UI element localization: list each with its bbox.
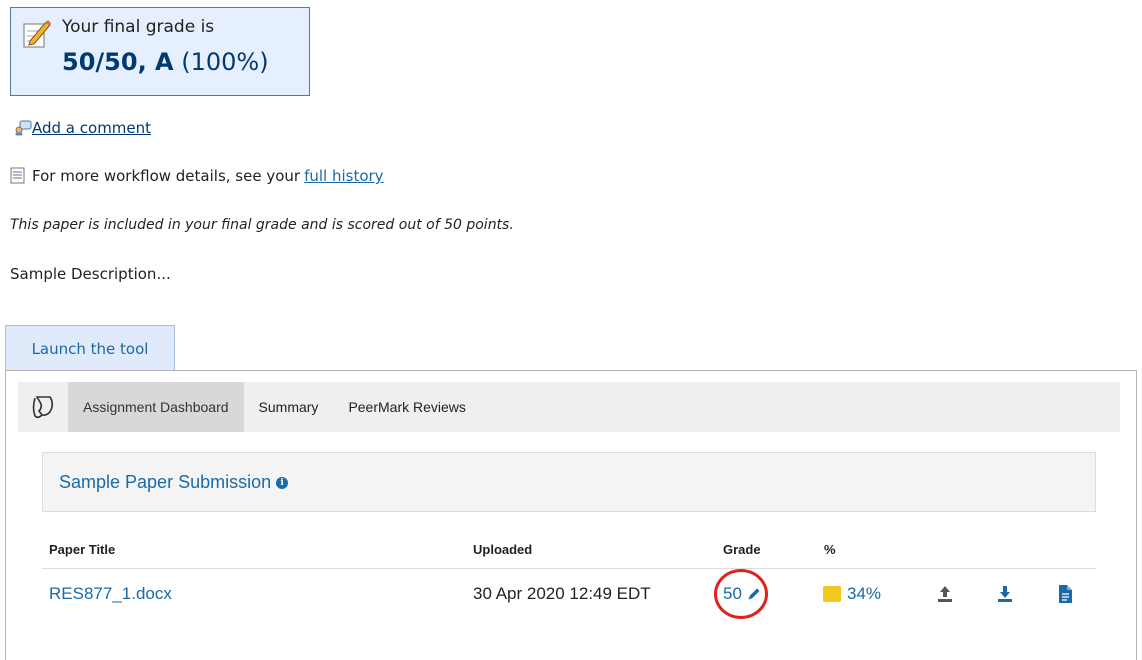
grade-percent: (100%) bbox=[181, 48, 269, 76]
comment-icon bbox=[15, 120, 32, 136]
document-icon[interactable] bbox=[1054, 583, 1076, 605]
workflow-history-row: For more workflow details, see your full… bbox=[10, 167, 384, 185]
paper-scoring-note: This paper is included in your final gra… bbox=[10, 217, 514, 233]
col-header-grade: Grade bbox=[723, 542, 761, 557]
tool-nav-bar: Assignment Dashboard Summary PeerMark Re… bbox=[18, 382, 1120, 432]
tab-assignment-dashboard[interactable]: Assignment Dashboard bbox=[68, 382, 244, 432]
grade-notepad-icon bbox=[23, 20, 51, 48]
final-grade-box: Your final grade is 50/50, A (100%) bbox=[10, 7, 310, 96]
table-row: RES877_1.docx bbox=[49, 584, 172, 604]
similarity-color-swatch bbox=[823, 586, 841, 602]
submission-panel: Sample Paper Submission i bbox=[42, 452, 1096, 512]
col-header-paper-title: Paper Title bbox=[49, 542, 116, 557]
launch-tool-tab[interactable]: Launch the tool bbox=[5, 325, 175, 371]
table-divider bbox=[42, 568, 1096, 569]
upload-icon[interactable] bbox=[934, 583, 956, 605]
full-history-link[interactable]: full history bbox=[304, 167, 383, 185]
uploaded-date: 30 Apr 2020 12:49 EDT bbox=[473, 584, 651, 603]
grade-highlight-ring bbox=[714, 569, 768, 619]
history-text: For more workflow details, see your bbox=[32, 167, 301, 185]
similarity-score[interactable]: 34% bbox=[823, 584, 881, 604]
final-grade-value: 50/50, A (100%) bbox=[62, 48, 269, 76]
tab-peermark-reviews[interactable]: PeerMark Reviews bbox=[333, 382, 480, 432]
add-comment-row: Add a comment bbox=[14, 119, 151, 137]
col-header-uploaded: Uploaded bbox=[473, 542, 533, 557]
col-header-percent: % bbox=[824, 542, 836, 557]
history-list-icon bbox=[10, 167, 25, 184]
grade-intro-text: Your final grade is bbox=[62, 17, 215, 37]
turnitin-logo-icon bbox=[18, 382, 68, 432]
add-comment-link[interactable]: Add a comment bbox=[32, 119, 151, 137]
panel-title-text: Sample Paper Submission bbox=[59, 472, 272, 492]
tab-summary[interactable]: Summary bbox=[244, 382, 334, 432]
similarity-percent: 34% bbox=[847, 584, 882, 603]
grade-score: 50/50, A bbox=[62, 48, 174, 76]
download-icon[interactable] bbox=[994, 583, 1016, 605]
assignment-description: Sample Description... bbox=[10, 265, 171, 283]
paper-title-link[interactable]: RES877_1.docx bbox=[49, 584, 172, 603]
panel-title: Sample Paper Submission i bbox=[59, 472, 289, 493]
tool-frame: Assignment Dashboard Summary PeerMark Re… bbox=[5, 370, 1137, 660]
info-icon[interactable]: i bbox=[276, 476, 289, 489]
